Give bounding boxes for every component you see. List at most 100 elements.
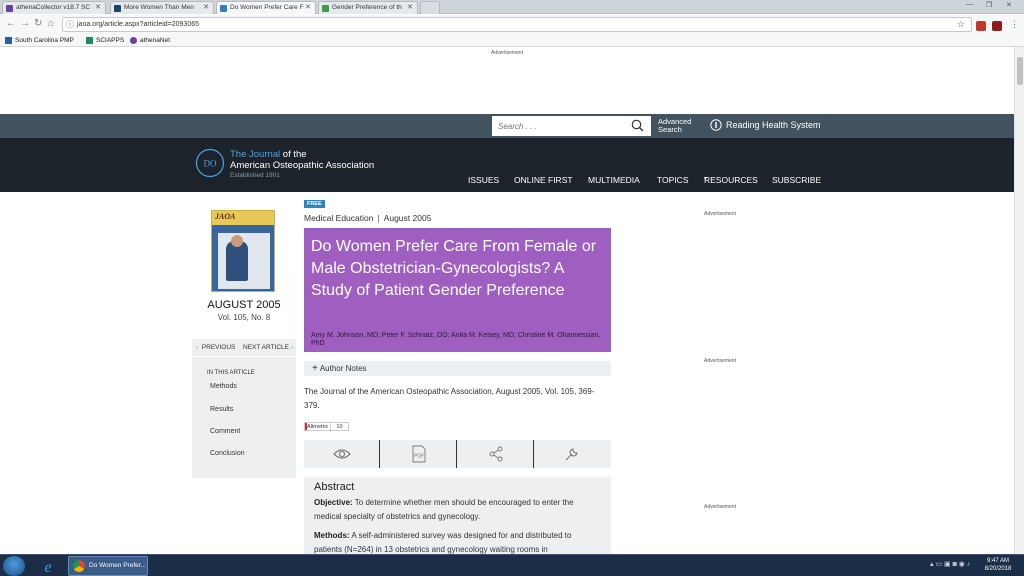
nav-issues[interactable]: ISSUES (468, 175, 499, 185)
tab-label: Do Women Prefer Care F (230, 4, 304, 11)
toc-methods[interactable]: Methods (210, 383, 237, 390)
browser-tab-more-women[interactable]: More Women Than Men ✕ (110, 1, 214, 14)
altmetric-label: Altmetric (305, 423, 332, 432)
home-icon[interactable]: ⌂ (48, 18, 54, 29)
plus-icon: + (312, 363, 318, 374)
altmetric-count: 10 (336, 424, 343, 430)
main-navbar: DO The Journal of the American Osteopath… (0, 138, 1014, 192)
tab-label: athenaCollector v18.7 SC (16, 4, 91, 11)
issue-cover-image[interactable]: JAOA (211, 210, 275, 292)
windows-taskbar: e Do Women Prefer... ▴ ▭ ▣ ◙ ◉ ♪ 9:47 AM… (0, 554, 1024, 576)
article-meta: Medical Education | August 2005 (304, 213, 432, 223)
close-window-icon[interactable]: ✕ (1006, 1, 1012, 9)
nav-subscribe[interactable]: SUBSCRIBE (772, 175, 821, 185)
altmetric-badge[interactable]: Altmetric 10 (304, 422, 349, 432)
pdf-extension-icon[interactable] (992, 21, 1002, 31)
tools-button[interactable] (535, 440, 611, 468)
issue-month: AUGUST 2005 (207, 299, 281, 311)
taskbar-chrome-window[interactable]: Do Women Prefer... (68, 556, 148, 576)
close-icon[interactable]: ✕ (407, 2, 413, 14)
article-title-box: Do Women Prefer Care From Female or Male… (304, 228, 611, 352)
ad-label: Advertisement (704, 358, 736, 364)
author-notes-toggle[interactable]: + Author Notes (304, 361, 611, 376)
toc-conclusion[interactable]: Conclusion (210, 450, 245, 457)
institution-link[interactable]: Reading Health System (710, 119, 821, 132)
search-box (492, 116, 651, 137)
wrench-icon (565, 448, 578, 461)
bookmark-athenanet[interactable]: athenaNet (130, 34, 170, 47)
ad-label: Advertisement (704, 504, 736, 510)
url-text: jaoa.org/article.aspx?articleid=2093065 (77, 21, 199, 28)
close-icon[interactable]: ✕ (203, 2, 209, 14)
bookmark-favicon-icon (5, 37, 12, 44)
abstract-objective: Objective: To determine whether men shou… (314, 498, 574, 521)
view-button[interactable] (304, 440, 380, 468)
browser-toolbar: ← → ↻ ⌂ ⓘ jaoa.org/article.aspx?articlei… (0, 15, 1024, 34)
page-scrollbar[interactable] (1014, 47, 1024, 554)
new-tab-button[interactable] (420, 1, 440, 14)
free-badge: FREE (304, 200, 325, 208)
nav-online-first[interactable]: ONLINE FIRST (514, 175, 573, 185)
info-icon[interactable]: ⓘ (66, 18, 74, 31)
internet-explorer-icon[interactable]: e (37, 557, 59, 575)
minimize-icon[interactable]: — (966, 1, 973, 8)
pdf-button[interactable]: PDF (381, 440, 457, 468)
share-button[interactable] (458, 440, 534, 468)
back-arrow-icon[interactable]: ← (6, 18, 16, 29)
tab-label: Gender Preference of th (332, 4, 402, 11)
toc-results[interactable]: Results (210, 406, 233, 413)
close-icon[interactable]: ✕ (95, 2, 101, 14)
menu-kebab-icon[interactable]: ⋮ (1010, 19, 1019, 30)
browser-tab-athenacollector[interactable]: athenaCollector v18.7 SC ✕ (2, 1, 106, 14)
issue-volume: Vol. 105, No. 8 (217, 313, 271, 322)
ad-label: Advertisement (491, 50, 523, 56)
browser-tab-do-women-prefer[interactable]: Do Women Prefer Care F ✕ (216, 1, 316, 14)
tab-label: More Women Than Men (124, 4, 194, 11)
bookmarks-bar: South Carolina PMP SCIAPPS athenaNet (0, 34, 1024, 47)
chevron-right-icon: › (290, 344, 293, 351)
nav-topics[interactable]: TOPICS (657, 175, 689, 185)
next-article-link[interactable]: NEXT ARTICLE › (243, 339, 293, 357)
start-button[interactable] (3, 556, 25, 576)
logo-title[interactable]: The Journal of the (230, 149, 307, 160)
chevron-down-icon: ▾ (704, 176, 708, 182)
taskbar-clock[interactable]: 9:47 AM 8/20/2018 (978, 557, 1018, 573)
bookmark-south-carolina-pmp[interactable]: South Carolina PMP (5, 34, 74, 47)
logo-established: Established 1901 (230, 172, 280, 179)
page-content: Advertisement Advanced Search Reading He… (0, 47, 1014, 554)
system-tray[interactable]: ▴ ▭ ▣ ◙ ◉ ♪ (930, 560, 970, 568)
bookmark-favicon-icon (86, 37, 93, 44)
svg-text:e: e (44, 559, 51, 575)
close-icon[interactable]: ✕ (305, 2, 311, 14)
svg-text:DO: DO (204, 159, 217, 169)
article-tools: PDF (304, 440, 611, 468)
scrollbar-thumb[interactable] (1017, 57, 1023, 85)
article-sidebar: ‹ PREVIOUS NEXT ARTICLE › IN THIS ARTICL… (192, 339, 296, 478)
extension-icon[interactable] (976, 21, 986, 31)
search-input[interactable] (492, 116, 622, 137)
maximize-icon[interactable]: ❐ (986, 1, 992, 9)
pdf-icon: PDF (412, 445, 426, 463)
address-bar[interactable]: ⓘ jaoa.org/article.aspx?articleid=209306… (62, 17, 972, 32)
article-date: August 2005 (383, 213, 432, 223)
article-authors[interactable]: Amy M. Johnson, MD; Peter F. Schnatz, DO… (311, 332, 606, 348)
search-icon[interactable] (631, 119, 644, 132)
athena-icon (6, 5, 13, 12)
site-favicon-icon (322, 5, 329, 12)
logo-subtitle: American Osteopathic Association (230, 160, 375, 171)
browser-tab-gender-preference[interactable]: Gender Preference of th ✕ (318, 1, 418, 14)
previous-article-link[interactable]: ‹ PREVIOUS (196, 339, 235, 357)
reload-icon[interactable]: ↻ (34, 18, 42, 29)
article-title: Do Women Prefer Care From Female or Male… (311, 238, 597, 299)
cover-title: JAOA (215, 212, 236, 221)
article-section-link[interactable]: Medical Education (304, 213, 373, 223)
nav-multimedia[interactable]: MULTIMEDIA (588, 175, 640, 185)
forward-arrow-icon[interactable]: → (20, 18, 30, 29)
advanced-search-link[interactable]: Advanced Search (658, 118, 691, 134)
bookmark-star-icon[interactable]: ☆ (957, 18, 965, 31)
browser-tab-strip: athenaCollector v18.7 SC ✕ More Women Th… (0, 0, 1024, 14)
toc-comment[interactable]: Comment (210, 428, 240, 435)
bookmark-sciapps[interactable]: SCIAPPS (86, 34, 124, 47)
jaoa-logo-icon[interactable]: DO (195, 148, 225, 178)
svg-text:PDF: PDF (414, 454, 424, 460)
